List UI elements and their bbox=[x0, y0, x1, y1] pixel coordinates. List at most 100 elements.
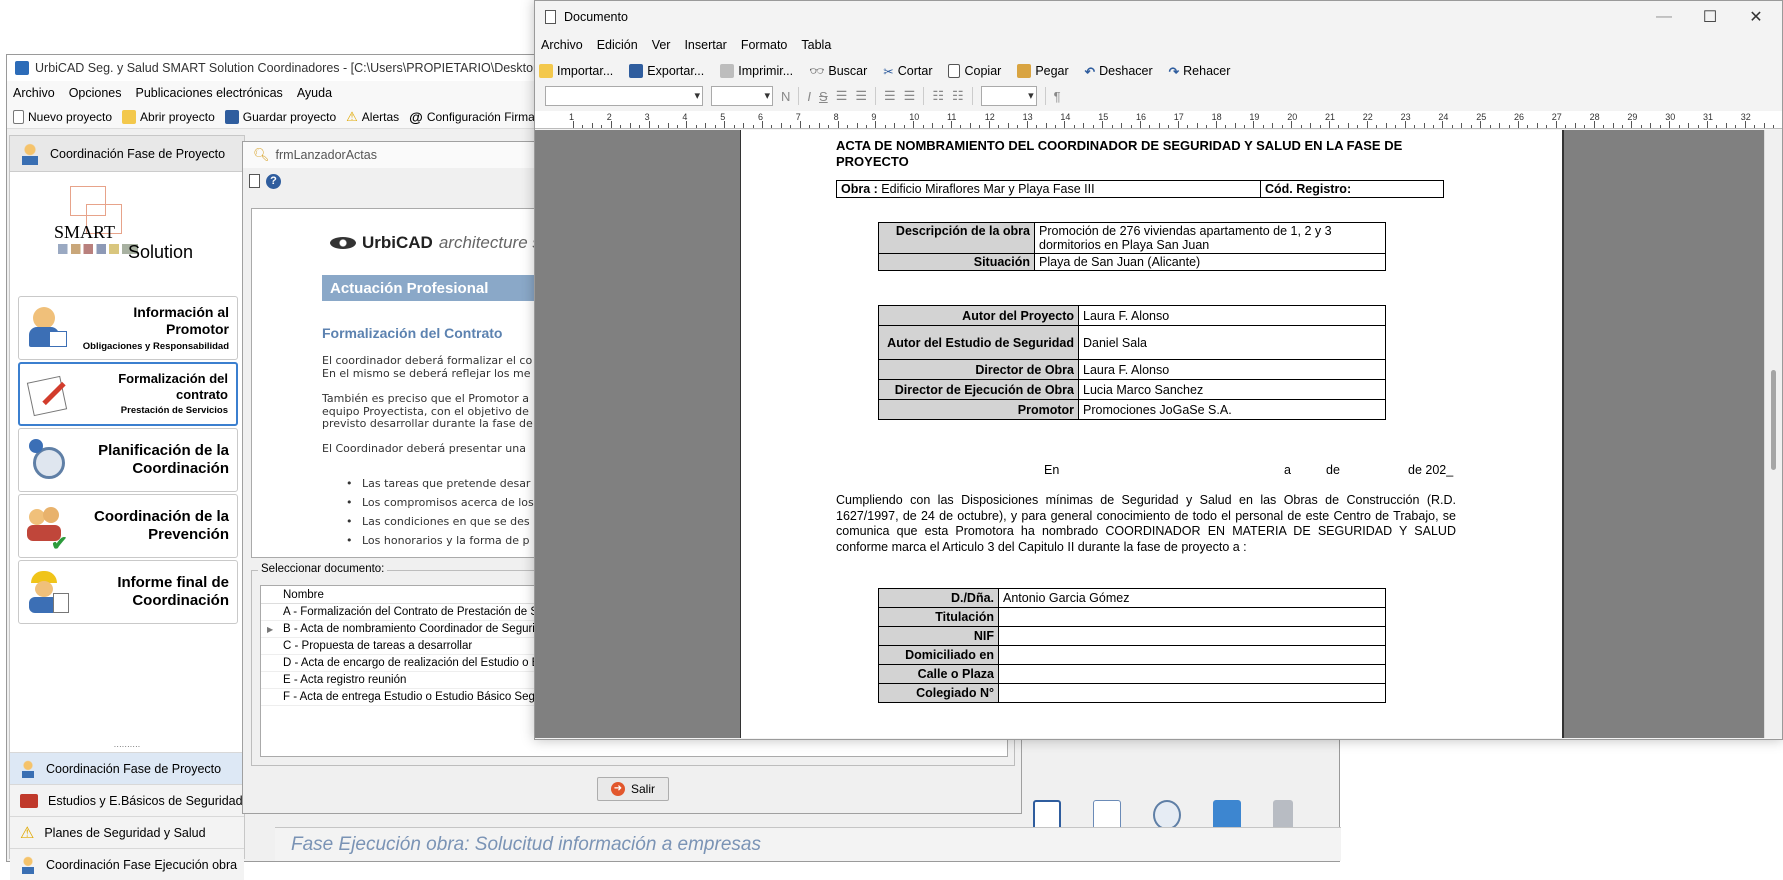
planificacion-button[interactable]: Planificación de la Coordinación bbox=[18, 428, 238, 492]
nav-section-planes[interactable]: ⚠ Planes de Seguridad y Salud bbox=[10, 816, 244, 848]
nav-splitter-grip[interactable]: ·········· bbox=[10, 743, 244, 752]
document-icon[interactable] bbox=[1093, 800, 1121, 830]
ruler-tick bbox=[1612, 123, 1614, 128]
menu-ayuda[interactable]: Ayuda bbox=[297, 86, 332, 100]
menu-tabla[interactable]: Tabla bbox=[801, 38, 831, 52]
bold-button[interactable]: N bbox=[781, 89, 790, 104]
export-button[interactable]: Exportar... bbox=[629, 64, 704, 78]
registro-label: Cód. Registro: bbox=[1265, 182, 1352, 196]
ruler-number: 19 bbox=[1249, 112, 1260, 122]
find-button[interactable]: 👓︎ Buscar bbox=[809, 64, 867, 78]
folder-icon bbox=[122, 109, 137, 124]
warning-icon: ⚠ bbox=[20, 824, 35, 842]
ruler-tick bbox=[1338, 125, 1340, 128]
paste-button[interactable]: Pegar bbox=[1017, 64, 1069, 78]
exit-button[interactable]: ➜ Salir bbox=[597, 777, 669, 801]
close-button[interactable]: ✕ bbox=[1733, 1, 1779, 33]
font-name-select[interactable] bbox=[545, 86, 703, 106]
redo-button[interactable]: ↷ Rehacer bbox=[1169, 64, 1231, 79]
scissors-icon: ✂ bbox=[883, 64, 894, 79]
align-left-icon[interactable]: ☰ bbox=[836, 88, 848, 104]
minimize-button[interactable]: — bbox=[1641, 1, 1687, 33]
vertical-scrollbar[interactable] bbox=[1764, 130, 1782, 738]
ruler-tick bbox=[1451, 125, 1453, 128]
ruler-tick bbox=[1414, 125, 1416, 128]
ruler-number: 25 bbox=[1476, 112, 1487, 122]
alerts-button[interactable]: ⚠ Alertas bbox=[346, 109, 399, 125]
preview-bullet: Las condiciones en que se des bbox=[346, 515, 530, 528]
print-button[interactable]: Imprimir... bbox=[720, 64, 793, 78]
justify-icon[interactable]: ☰ bbox=[904, 88, 916, 104]
ruler-tick bbox=[903, 125, 905, 128]
menu-archivo[interactable]: Archivo bbox=[541, 38, 583, 52]
ruler-tick bbox=[1225, 125, 1227, 128]
situacion-label: Situación bbox=[878, 253, 1035, 271]
open-project-button[interactable]: Abrir proyecto bbox=[122, 109, 215, 124]
formalizacion-contrato-button[interactable]: Formalización del contrato Prestación de … bbox=[18, 362, 238, 426]
bullet-list-icon[interactable]: ☷ bbox=[932, 88, 944, 104]
new-document-icon[interactable] bbox=[249, 174, 260, 188]
menu-ver[interactable]: Ver bbox=[652, 38, 671, 52]
stopwatch-icon[interactable] bbox=[1153, 800, 1181, 830]
ruler-tick bbox=[1423, 123, 1425, 128]
menu-formato[interactable]: Formato bbox=[741, 38, 788, 52]
ruler-number: 2 bbox=[606, 112, 612, 122]
ruler-tick bbox=[639, 125, 641, 128]
numbered-list-icon[interactable]: ☷ bbox=[952, 88, 964, 104]
status-text: Fase Ejecución obra: Solucitud informaci… bbox=[291, 833, 761, 855]
ruler-tick bbox=[610, 121, 612, 128]
at-sign-icon: @ bbox=[409, 108, 423, 125]
ruler-tick bbox=[988, 121, 990, 128]
nav-section-fase-proyecto[interactable]: Coordinación Fase de Proyecto bbox=[10, 752, 244, 784]
building-icon[interactable] bbox=[1273, 800, 1293, 830]
scrollbar-thumb[interactable] bbox=[1771, 370, 1776, 470]
ruler-number: 26 bbox=[1514, 112, 1525, 122]
menu-opciones[interactable]: Opciones bbox=[69, 86, 122, 100]
ruler-tick bbox=[1754, 125, 1756, 128]
import-button[interactable]: Importar... bbox=[539, 64, 613, 78]
new-project-button[interactable]: Nuevo proyecto bbox=[13, 109, 112, 124]
document-icon bbox=[545, 10, 556, 24]
save-project-button[interactable]: Guardar proyecto bbox=[224, 109, 336, 124]
maximize-button[interactable]: ☐ bbox=[1687, 1, 1733, 33]
checklist-icon[interactable] bbox=[1033, 800, 1061, 830]
coordinacion-prevencion-button[interactable]: ✔ Coordinación de la Prevención bbox=[18, 494, 238, 558]
copy-button[interactable]: Copiar bbox=[948, 64, 1001, 78]
ruler-tick bbox=[1300, 125, 1302, 128]
ruler-tick bbox=[979, 125, 981, 128]
menu-publicaciones[interactable]: Publicaciones electrónicas bbox=[136, 86, 283, 100]
menu-edicion[interactable]: Edición bbox=[597, 38, 638, 52]
ruler-tick bbox=[922, 125, 924, 128]
ruler-tick bbox=[1243, 125, 1245, 128]
nav-section-estudios[interactable]: Estudios y E.Básicos de Seguridad bbox=[10, 784, 244, 816]
strikethrough-button[interactable]: S bbox=[819, 89, 828, 104]
document-page[interactable]: ACTA DE NOMBRAMIENTO DEL COORDINADOR DE … bbox=[740, 130, 1564, 738]
horizontal-ruler[interactable]: 1 2 3 4 5 6 7 8 9 10 11 12 13 14 15 16 17 18 19 20 21 22 23 24 2… bbox=[535, 111, 1782, 129]
ruler-number: 27 bbox=[1551, 112, 1562, 122]
ruler-number: 28 bbox=[1589, 112, 1600, 122]
smart-solution-logo: SMART Solution bbox=[50, 182, 210, 272]
document-title: ACTA DE NOMBRAMIENTO DEL COORDINADOR DE … bbox=[836, 138, 1403, 169]
cut-button[interactable]: ✂ Cortar bbox=[883, 64, 932, 79]
preview-bullet: Los compromisos acerca de los bbox=[346, 496, 534, 509]
titulacion-label: Titulación bbox=[878, 607, 999, 627]
ruler-number: 8 bbox=[833, 112, 839, 122]
autor-estudio-label: Autor del Estudio de Seguridad bbox=[878, 325, 1079, 360]
menu-insertar[interactable]: Insertar bbox=[684, 38, 726, 52]
italic-button[interactable]: I bbox=[807, 89, 811, 104]
paragraph-marks-button[interactable]: ¶ bbox=[1054, 89, 1061, 104]
storage-box-icon[interactable] bbox=[1213, 800, 1241, 830]
ruler-number: 32 bbox=[1740, 112, 1751, 122]
info-promotor-button[interactable]: Información al Promotor Obligaciones y Re… bbox=[18, 296, 238, 360]
nav-section-ejecucion[interactable]: Coordinación Fase Ejecución obra bbox=[10, 848, 244, 880]
align-center-icon[interactable]: ☰ bbox=[884, 88, 896, 104]
undo-button[interactable]: ↶ Deshacer bbox=[1085, 64, 1153, 79]
menu-archivo[interactable]: Archivo bbox=[13, 86, 55, 100]
font-size-select[interactable] bbox=[711, 86, 773, 106]
nav-header[interactable]: Coordinación Fase de Proyecto bbox=[10, 136, 244, 172]
align-right-icon[interactable]: ☰ bbox=[855, 88, 867, 104]
informe-final-button[interactable]: Informe final de Coordinación bbox=[18, 560, 238, 624]
ruler-tick bbox=[1036, 125, 1038, 128]
help-icon[interactable]: ? bbox=[266, 173, 281, 189]
style-select[interactable] bbox=[980, 86, 1037, 106]
